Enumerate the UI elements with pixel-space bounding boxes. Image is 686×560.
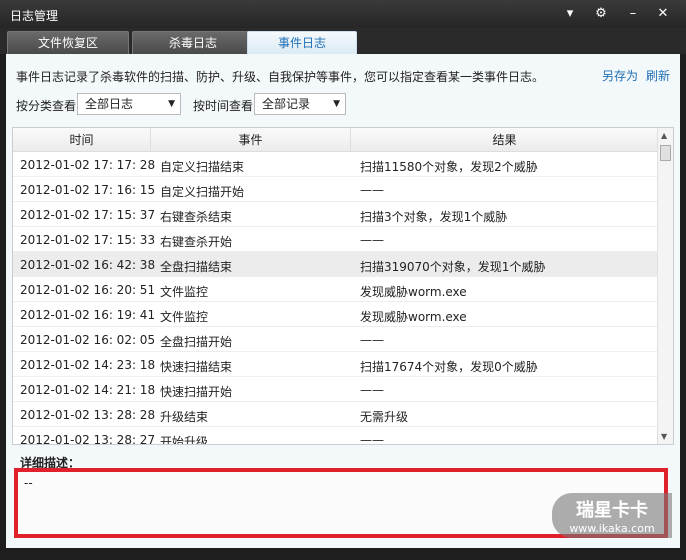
scroll-up-icon[interactable]: ▲ (661, 131, 667, 140)
close-icon[interactable]: ✕ (654, 5, 672, 23)
cell-time: 2012-01-02 17: 17: 28 (20, 158, 156, 172)
cell-event: 开始升级 (160, 435, 209, 445)
table-row[interactable]: 2012-01-02 17: 17: 28 自定义扫描结束 扫描11580个对象，发… (13, 152, 658, 177)
time-value: 全部记录 (262, 97, 311, 111)
cell-event: 自定义扫描开始 (160, 185, 245, 199)
cell-result: 发现威胁worm.exe (360, 310, 467, 324)
category-value: 全部日志 (85, 97, 134, 111)
cell-result: —— (360, 333, 384, 347)
time-label: 按时间查看 (193, 99, 254, 113)
cell-time: 2012-01-02 17: 15: 33 (20, 233, 156, 247)
table-row[interactable]: 2012-01-02 16: 20: 51 文件监控 发现威胁worm.exe (13, 277, 658, 302)
cell-result: 扫描11580个对象，发现2个威胁 (360, 160, 538, 174)
event-table: 时间 事件 结果 2012-01-02 17: 17: 28 自定义扫描结束 扫描1… (12, 127, 674, 445)
table-row[interactable]: 2012-01-02 16: 02: 05 全盘扫描开始 —— (13, 327, 658, 352)
cell-event: 右键查杀结束 (160, 210, 233, 224)
chevron-down-icon: ▼ (168, 99, 175, 109)
cell-event: 全盘扫描开始 (160, 335, 233, 349)
cell-result: 扫描319070个对象，发现1个威胁 (360, 260, 546, 274)
table-row[interactable]: 2012-01-02 17: 15: 33 右键查杀开始 —— (13, 227, 658, 252)
chevron-down-icon: ▼ (333, 99, 340, 109)
menu-dropdown-icon[interactable]: ▾ (561, 5, 579, 23)
cell-event: 全盘扫描结束 (160, 260, 233, 274)
table-row[interactable]: 2012-01-02 16: 19: 41 文件监控 发现威胁worm.exe (13, 302, 658, 327)
tab-event-log[interactable]: 事件日志 (247, 31, 357, 55)
tab-bar: 文件恢复区 杀毒日志 事件日志 (0, 28, 686, 55)
cell-time: 2012-01-02 17: 16: 15 (20, 183, 156, 197)
cell-result: —— (360, 233, 384, 247)
save-as-link[interactable]: 另存为 (602, 67, 638, 84)
window-title: 日志管理 (10, 9, 59, 23)
refresh-link[interactable]: 刷新 (646, 67, 670, 84)
cell-event: 文件监控 (160, 310, 209, 324)
cell-event: 升级结束 (160, 410, 209, 424)
scrollbar[interactable]: ▲ ▼ (657, 128, 673, 444)
cell-time: 2012-01-02 14: 23: 18 (20, 358, 156, 372)
title-bar: 日志管理 ▾ ⚙ – ✕ (0, 0, 686, 28)
tab-antivirus-log[interactable]: 杀毒日志 (132, 31, 254, 54)
cell-result: —— (360, 433, 384, 445)
cell-result: 扫描3个对象，发现1个威胁 (360, 210, 508, 224)
table-row[interactable]: 2012-01-02 14: 23: 18 快速扫描结束 扫描17674个对象，发现… (13, 352, 658, 377)
column-header-time[interactable]: 时间 (13, 128, 151, 152)
watermark-logo: 瑞星卡卡 www.ikaka.com (552, 493, 672, 538)
table-row[interactable]: 2012-01-02 13: 28: 28 升级结束 无需升级 (13, 402, 658, 427)
gear-icon[interactable]: ⚙ (592, 5, 610, 23)
cell-result: 发现威胁worm.exe (360, 285, 467, 299)
cell-event: 快速扫描结束 (160, 360, 233, 374)
description-text: 事件日志记录了杀毒软件的扫描、防护、升级、自我保护等事件，您可以指定查看某一类事… (16, 70, 545, 84)
cell-time: 2012-01-02 13: 28: 27 (20, 433, 156, 445)
detail-value: -- (24, 476, 33, 490)
table-row[interactable]: 2012-01-02 14: 21: 18 快速扫描开始 —— (13, 377, 658, 402)
cell-result: —— (360, 383, 384, 397)
scrollbar-thumb[interactable] (660, 145, 671, 161)
cell-event: 文件监控 (160, 285, 209, 299)
category-select[interactable]: 全部日志 ▼ (77, 93, 181, 115)
cell-time: 2012-01-02 17: 15: 37 (20, 208, 156, 222)
table-row[interactable]: 2012-01-02 17: 15: 37 右键查杀结束 扫描3个对象，发现1个威胁 (13, 202, 658, 227)
cell-time: 2012-01-02 13: 28: 28 (20, 408, 156, 422)
cell-time: 2012-01-02 14: 21: 18 (20, 383, 156, 397)
cell-time: 2012-01-02 16: 20: 51 (20, 283, 156, 297)
tab-file-recovery[interactable]: 文件恢复区 (7, 31, 129, 54)
cell-event: 右键查杀开始 (160, 235, 233, 249)
cell-event: 快速扫描开始 (160, 385, 233, 399)
table-row[interactable]: 2012-01-02 16: 42: 38 全盘扫描结束 扫描319070个对象，发… (13, 252, 658, 277)
table-row[interactable]: 2012-01-02 13: 28: 27 开始升级 —— (13, 427, 658, 445)
time-select[interactable]: 全部记录 ▼ (254, 93, 346, 115)
cell-result: 扫描17674个对象，发现0个威胁 (360, 360, 538, 374)
table-row[interactable]: 2012-01-02 17: 16: 15 自定义扫描开始 —— (13, 177, 658, 202)
minimize-icon[interactable]: – (624, 5, 642, 23)
cell-time: 2012-01-02 16: 42: 38 (20, 258, 156, 272)
cell-result: 无需升级 (360, 410, 409, 424)
event-log-panel: 事件日志记录了杀毒软件的扫描、防护、升级、自我保护等事件，您可以指定查看某一类事… (6, 54, 680, 548)
cell-event: 自定义扫描结束 (160, 160, 245, 174)
cell-time: 2012-01-02 16: 19: 41 (20, 308, 156, 322)
category-label: 按分类查看 (16, 99, 77, 113)
cell-time: 2012-01-02 16: 02: 05 (20, 333, 156, 347)
scroll-down-icon[interactable]: ▼ (661, 432, 667, 441)
table-header: 时间 事件 结果 (13, 128, 658, 152)
cell-result: —— (360, 183, 384, 197)
column-header-event[interactable]: 事件 (151, 128, 351, 152)
column-header-result[interactable]: 结果 (351, 128, 658, 152)
